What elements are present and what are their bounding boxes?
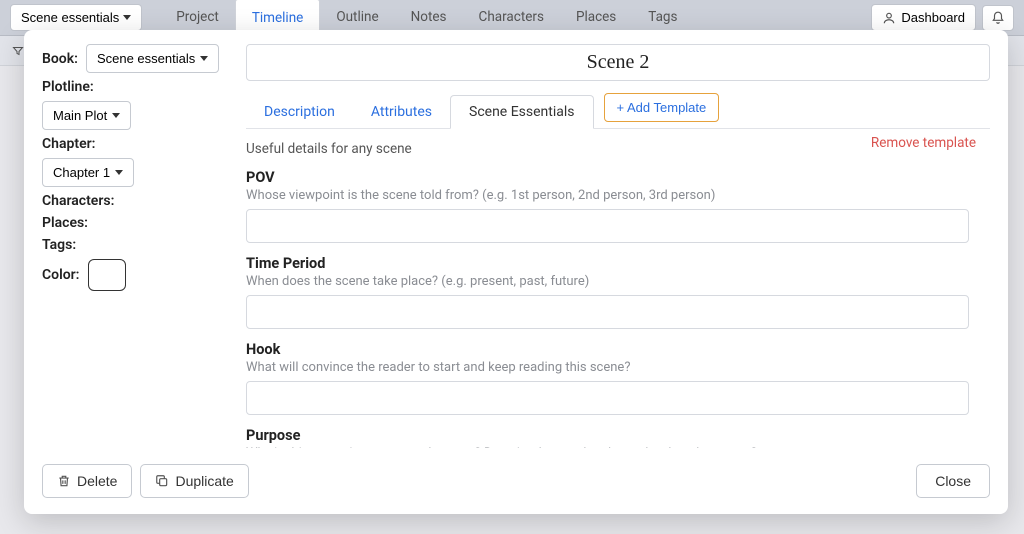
chapter-select[interactable]: Chapter 1 (42, 158, 134, 187)
book-value: Scene essentials (97, 51, 195, 66)
add-template-button[interactable]: + Add Template (604, 93, 720, 122)
field-hook: Hook What will convince the reader to st… (246, 341, 984, 415)
duplicate-icon (155, 474, 169, 488)
modal-body: Book: Scene essentials Plotline: Main Pl… (24, 30, 1008, 452)
caret-down-icon (123, 15, 131, 20)
book-label: Book: (42, 51, 78, 67)
field-pov-help: Whose viewpoint is the scene told from? … (246, 188, 984, 203)
modal-footer: Delete Duplicate Close (24, 452, 1008, 514)
top-right-controls: Dashboard (871, 4, 1014, 31)
plotline-value: Main Plot (53, 108, 107, 123)
close-button[interactable]: Close (916, 464, 990, 498)
plotline-select[interactable]: Main Plot (42, 101, 131, 130)
user-icon (882, 11, 896, 25)
scene-edit-modal: Book: Scene essentials Plotline: Main Pl… (24, 30, 1008, 514)
dashboard-label: Dashboard (901, 10, 965, 25)
tags-label: Tags: (42, 237, 228, 253)
field-pov-input[interactable] (246, 209, 969, 243)
duplicate-button[interactable]: Duplicate (140, 464, 248, 498)
tab-attributes[interactable]: Attributes (353, 96, 450, 128)
places-label: Places: (42, 215, 228, 231)
chapter-label: Chapter: (42, 136, 228, 152)
scene-dropdown-label: Scene essentials (21, 10, 119, 25)
field-purpose-help: Why is this scene important to the story… (246, 446, 984, 448)
field-purpose: Purpose Why is this scene important to t… (246, 427, 984, 448)
remove-template-link[interactable]: Remove template (871, 135, 976, 151)
modal-main: Description Attributes Scene Essentials … (246, 44, 990, 448)
color-label: Color: (42, 267, 80, 283)
chapter-value: Chapter 1 (53, 165, 110, 180)
caret-down-icon (200, 56, 208, 61)
delete-button[interactable]: Delete (42, 464, 132, 498)
trash-icon (57, 474, 71, 488)
color-swatch-button[interactable] (88, 259, 126, 291)
field-time-period-input[interactable] (246, 295, 969, 329)
caret-down-icon (112, 113, 120, 118)
field-time-period-title: Time Period (246, 255, 984, 272)
scene-essentials-dropdown[interactable]: Scene essentials (10, 4, 142, 31)
field-purpose-title: Purpose (246, 427, 984, 444)
caret-down-icon (115, 170, 123, 175)
field-hook-help: What will convince the reader to start a… (246, 360, 984, 375)
field-pov-title: POV (246, 169, 984, 186)
tab-scene-essentials[interactable]: Scene Essentials (450, 95, 594, 129)
duplicate-label: Duplicate (175, 473, 233, 489)
scene-title-input[interactable] (246, 44, 990, 81)
scene-detail-tabs: Description Attributes Scene Essentials … (246, 93, 990, 129)
characters-label: Characters: (42, 193, 228, 209)
delete-label: Delete (77, 473, 117, 489)
dashboard-button[interactable]: Dashboard (871, 4, 976, 31)
field-time-period-help: When does the scene take place? (e.g. pr… (246, 274, 984, 289)
book-select[interactable]: Scene essentials (86, 44, 219, 73)
notifications-button[interactable] (982, 5, 1014, 31)
field-hook-input[interactable] (246, 381, 969, 415)
field-hook-title: Hook (246, 341, 984, 358)
template-content-scroll[interactable]: Useful details for any scene Remove temp… (246, 129, 990, 448)
tab-description[interactable]: Description (246, 96, 353, 128)
field-time-period: Time Period When does the scene take pla… (246, 255, 984, 329)
field-pov: POV Whose viewpoint is the scene told fr… (246, 169, 984, 243)
plotline-label: Plotline: (42, 79, 228, 95)
modal-sidebar: Book: Scene essentials Plotline: Main Pl… (42, 44, 228, 448)
bell-icon (991, 11, 1005, 25)
